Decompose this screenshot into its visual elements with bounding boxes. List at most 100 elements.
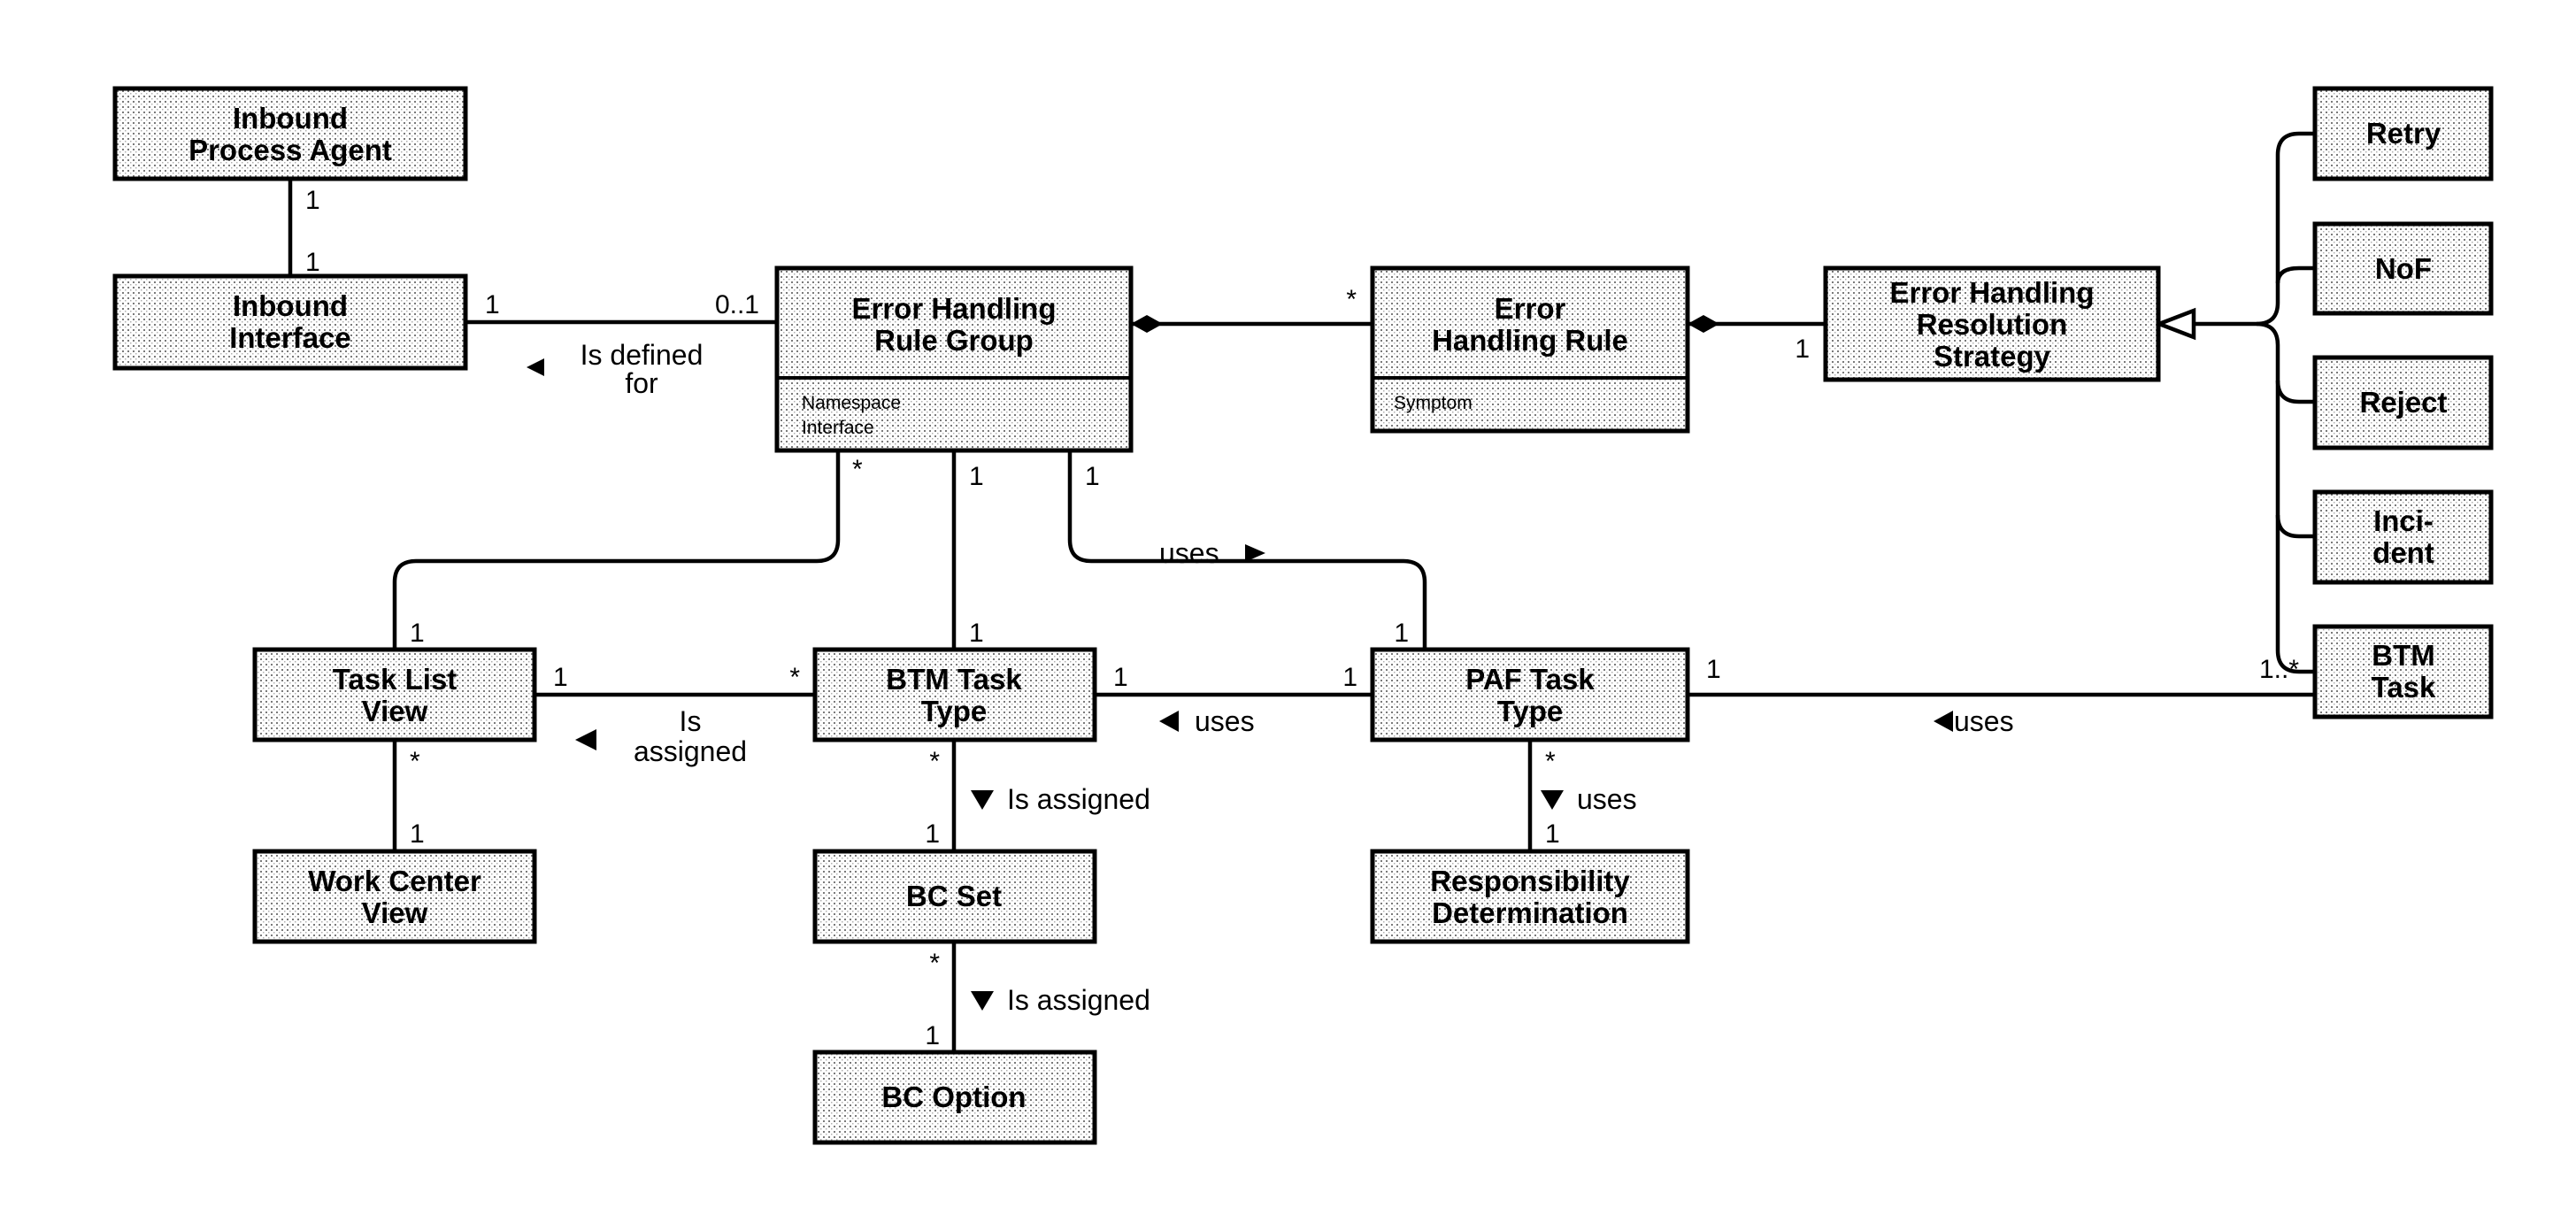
direction-left-arrow-icon xyxy=(1934,711,1953,732)
class-name: Determination xyxy=(1432,896,1628,929)
multiplicity: 1 xyxy=(969,619,984,648)
class-attribute: Interface xyxy=(802,418,874,438)
class-name: NoF xyxy=(2375,252,2432,285)
multiplicity: * xyxy=(929,747,940,776)
class-error-handling-rule-group[interactable]: Error Handling Rule Group Namespace Inte… xyxy=(774,265,1134,453)
multiplicity: * xyxy=(1346,285,1357,314)
class-name: BTM Task xyxy=(886,663,1022,696)
class-name: BC Set xyxy=(906,880,1002,912)
direction-left-arrow-icon xyxy=(1159,711,1179,732)
multiplicity: * xyxy=(410,747,420,776)
class-name: Responsibility xyxy=(1430,865,1630,897)
class-btm-task[interactable]: BTM Task xyxy=(2312,624,2494,719)
direction-left-arrow-icon xyxy=(527,358,544,376)
class-name: Strategy xyxy=(1934,340,2051,373)
class-name: BC Option xyxy=(881,1081,1026,1113)
composition-diamond-icon xyxy=(1131,315,1163,333)
association-label: Is assigned xyxy=(1007,984,1150,1016)
multiplicity: 1 xyxy=(1545,819,1560,849)
class-name: Resolution xyxy=(1917,308,2068,341)
association-label: Is assigned xyxy=(1007,783,1150,815)
composition-diamond-icon xyxy=(1688,315,1719,333)
class-name: Error Handling xyxy=(1889,276,2094,309)
direction-down-arrow-icon xyxy=(971,790,994,810)
multiplicity: * xyxy=(929,949,940,978)
class-name: View xyxy=(362,695,428,727)
uml-class-diagram: Inbound Process Agent Inbound Interface … xyxy=(112,86,2494,1145)
class-name: Type xyxy=(1497,695,1564,727)
class-name: BTM xyxy=(2372,639,2434,672)
association-label: uses xyxy=(1954,705,2014,737)
multiplicity: 1 xyxy=(485,290,500,319)
class-name: Rule Group xyxy=(874,324,1034,357)
multiplicity: 0..1 xyxy=(715,290,759,319)
association-label: Is defined xyxy=(581,339,704,371)
direction-down-arrow-icon xyxy=(971,991,994,1011)
multiplicity: * xyxy=(1545,747,1556,776)
class-btm-task-type[interactable]: BTM Task Type xyxy=(812,647,1097,742)
direction-down-arrow-icon xyxy=(1541,790,1564,810)
class-name: PAF Task xyxy=(1465,663,1595,696)
class-name: Inbound xyxy=(233,289,348,322)
class-reject[interactable]: Reject xyxy=(2312,355,2494,450)
class-incident[interactable]: Inci- dent xyxy=(2312,489,2494,585)
association-label: uses xyxy=(1159,537,1219,569)
class-name: Task xyxy=(2372,671,2436,704)
multiplicity: 1 xyxy=(305,186,320,215)
class-name: Inbound xyxy=(233,102,348,135)
class-name: Retry xyxy=(2366,117,2441,150)
class-bc-set[interactable]: BC Set xyxy=(812,849,1097,944)
multiplicity: 1 xyxy=(1394,619,1409,648)
edge-rule-group-task-list-view[interactable] xyxy=(392,450,841,650)
generalization-triangle-icon xyxy=(2153,307,2196,341)
class-name: Task List xyxy=(333,663,458,696)
class-bc-option[interactable]: BC Option xyxy=(812,1050,1097,1145)
multiplicity: 1 xyxy=(1342,663,1357,692)
direction-left-arrow-icon xyxy=(575,729,596,750)
class-name: dent xyxy=(2372,536,2434,569)
multiplicity: 1 xyxy=(410,619,425,648)
association-label: for xyxy=(625,367,658,399)
class-work-center-view[interactable]: Work Center View xyxy=(252,849,537,944)
class-name: Reject xyxy=(2359,386,2447,419)
association-label: uses xyxy=(1577,783,1637,815)
class-retry[interactable]: Retry xyxy=(2312,86,2494,181)
association-labels: Is defined for uses Is assigned uses use… xyxy=(527,339,2014,1016)
multiplicity: 1 xyxy=(305,248,320,277)
multiplicity: * xyxy=(789,663,800,692)
multiplicity: 1 xyxy=(925,1021,940,1050)
class-nof[interactable]: NoF xyxy=(2312,221,2494,316)
class-attribute: Symptom xyxy=(1394,393,1473,413)
multiplicity: 1..* xyxy=(2259,655,2299,684)
multiplicity: 1 xyxy=(1113,663,1128,692)
class-attribute: Namespace xyxy=(802,393,901,413)
class-paf-task-type[interactable]: PAF Task Type xyxy=(1370,647,1690,742)
multiplicity: 1 xyxy=(925,819,940,849)
class-task-list-view[interactable]: Task List View xyxy=(252,647,537,742)
generalization-tree[interactable] xyxy=(2194,131,2315,674)
multiplicity: 1 xyxy=(1706,655,1721,684)
class-name: Handling Rule xyxy=(1432,324,1628,357)
association-label: Is xyxy=(680,705,702,737)
class-inbound-process-agent[interactable]: Inbound Process Agent xyxy=(112,86,468,181)
class-name: Process Agent xyxy=(188,134,392,166)
class-name: Interface xyxy=(229,321,351,354)
multiplicity: 1 xyxy=(553,663,568,692)
multiplicity: 1 xyxy=(969,462,984,491)
class-error-handling-resolution-strategy[interactable]: Error Handling Resolution Strategy xyxy=(1823,265,2161,382)
class-responsibility-determination[interactable]: Responsibility Determination xyxy=(1370,849,1690,944)
class-name: Error xyxy=(1495,292,1566,325)
multiplicity: 1 xyxy=(1085,462,1100,491)
class-name: View xyxy=(362,896,428,929)
class-inbound-interface[interactable]: Inbound Interface xyxy=(112,273,468,371)
multiplicity: 1 xyxy=(410,819,425,849)
multiplicity: 1 xyxy=(1795,335,1810,364)
multiplicity: * xyxy=(852,455,863,484)
class-name: Work Center xyxy=(308,865,481,897)
association-label: assigned xyxy=(634,735,747,767)
association-label: uses xyxy=(1195,705,1255,737)
class-name: Error Handling xyxy=(851,292,1056,325)
class-name: Type xyxy=(921,695,988,727)
class-name: Inci- xyxy=(2373,504,2434,537)
class-error-handling-rule[interactable]: Error Handling Rule Symptom xyxy=(1370,265,1690,434)
